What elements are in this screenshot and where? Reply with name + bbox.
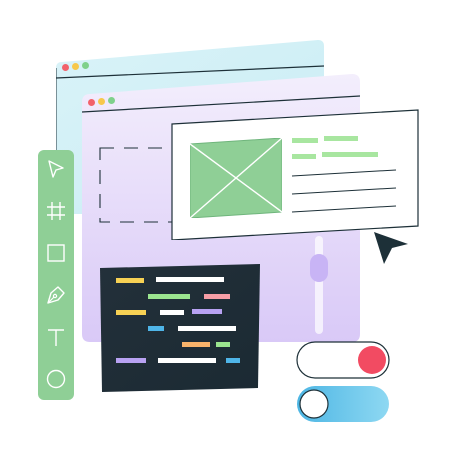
- vertical-slider[interactable]: [306, 236, 332, 336]
- text-icon[interactable]: [45, 326, 67, 348]
- toggle-switch-off[interactable]: [296, 340, 392, 380]
- pointer-icon[interactable]: [45, 158, 67, 180]
- rectangle-icon[interactable]: [45, 242, 67, 264]
- close-dot[interactable]: [62, 64, 69, 71]
- ellipse-icon[interactable]: [45, 368, 67, 390]
- cursor-arrow-icon: [372, 230, 410, 268]
- maximize-dot[interactable]: [108, 97, 115, 104]
- card-text-lines: [291, 136, 397, 213]
- frame-icon[interactable]: [45, 200, 67, 222]
- code-panel: [100, 264, 260, 392]
- minimize-dot[interactable]: [72, 63, 79, 70]
- pen-icon[interactable]: [45, 284, 67, 306]
- maximize-dot[interactable]: [82, 62, 89, 69]
- image-placeholder: [190, 138, 282, 218]
- slider-thumb[interactable]: [310, 254, 328, 282]
- toggle-switch-on[interactable]: [296, 384, 392, 424]
- close-dot[interactable]: [88, 99, 95, 106]
- minimize-dot[interactable]: [98, 98, 105, 105]
- content-card: [170, 108, 420, 240]
- tool-palette: [38, 150, 74, 400]
